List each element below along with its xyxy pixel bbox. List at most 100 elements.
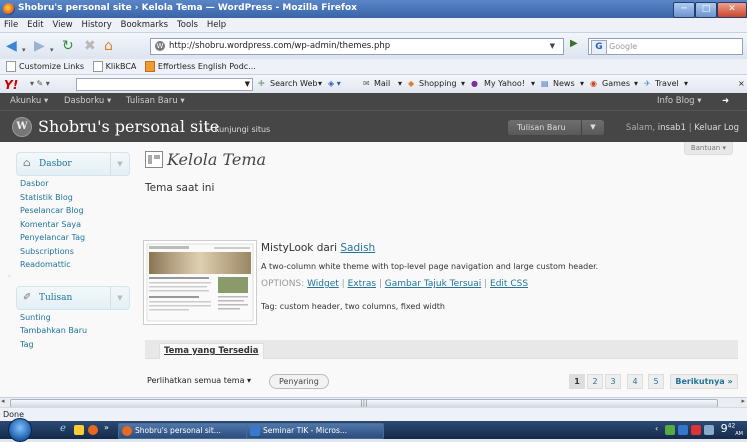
page-1-button[interactable]: 1 — [569, 374, 585, 389]
url-bar[interactable]: Whttp://shobru.wordpress.com/wp-admin/th… — [150, 38, 564, 55]
forward-icon[interactable]: ▶ — [34, 38, 45, 54]
chevron-down-icon[interactable]: ▼ — [110, 153, 129, 175]
sidebar-item-subscriptions[interactable]: Subscriptions — [20, 245, 132, 259]
toolbar-close-icon[interactable]: × — [738, 75, 745, 93]
task-word[interactable]: Seminar TIK - Micros... — [246, 423, 384, 439]
close-button[interactable]: ✕ — [717, 2, 747, 18]
sidebar-item-komentar-saya[interactable]: Komentar Saya — [20, 218, 132, 232]
option-widget-link[interactable]: Widget — [307, 279, 339, 289]
visit-site-link[interactable]: ← Kunjungi situs — [205, 125, 270, 134]
yahoo-games[interactable]: Games — [602, 75, 630, 93]
ie-icon[interactable]: ℯ — [60, 423, 66, 434]
chevron-down-icon[interactable]: ▼ — [110, 286, 129, 309]
menu-help[interactable]: Help — [207, 20, 226, 30]
show-all-themes-dropdown[interactable]: Perlihatkan semua tema ▾ — [147, 376, 251, 385]
dropdown-icon[interactable]: ▾ — [684, 75, 688, 93]
stop-icon[interactable]: ✖ — [84, 38, 96, 54]
sidebar-item-tag[interactable]: Tag — [20, 338, 132, 352]
tab-available-themes[interactable]: Tema yang Tersedia — [159, 343, 264, 359]
back-icon[interactable]: ◀ — [6, 38, 17, 54]
sidebar-item-penyelancar-tag[interactable]: Penyelancar Tag — [20, 231, 132, 245]
home-icon[interactable]: ⌂ — [104, 38, 113, 54]
sidebar-item-readomattic[interactable]: Readomattic — [20, 258, 132, 272]
yahoo-my-yahoo[interactable]: My Yahoo! — [484, 75, 525, 93]
firefox-quicklaunch-icon[interactable] — [88, 425, 98, 435]
reload-icon[interactable]: ↻ — [62, 38, 74, 54]
back-dropdown-icon[interactable]: ▾ — [22, 42, 26, 58]
page-4-button[interactable]: 4 — [627, 374, 643, 389]
yahoo-news[interactable]: News — [553, 75, 575, 93]
sidebar-item-peselancar-blog[interactable]: Peselancar Blog — [20, 204, 132, 218]
admin-menu-info-blog[interactable]: Info Blog ▾ — [657, 93, 702, 110]
bookmark-customize-links[interactable]: Customize Links — [6, 61, 84, 72]
volume-icon[interactable] — [704, 425, 714, 435]
sidebar-item-statistik-blog[interactable]: Statistik Blog — [20, 191, 132, 205]
yahoo-search-input[interactable]: ▼ — [76, 78, 253, 91]
yahoo-travel[interactable]: Travel — [655, 75, 679, 93]
collapse-dot-icon[interactable]: ◦ — [7, 272, 12, 281]
maximize-button[interactable]: □ — [695, 2, 717, 18]
sidebar-item-sunting[interactable]: Sunting — [20, 311, 132, 325]
url-dropdown-icon[interactable]: ▼ — [550, 39, 555, 54]
username-link[interactable]: insab1 — [658, 123, 686, 133]
horizontal-scrollbar[interactable]: ◂ ||| ▸ — [0, 397, 747, 408]
minimize-button[interactable]: ─ — [673, 2, 695, 18]
menu-file[interactable]: File — [4, 20, 18, 30]
dropdown-icon[interactable]: ▾ — [634, 75, 638, 93]
admin-menu-akunku[interactable]: Akunku ▾ — [10, 93, 48, 110]
menu-tools[interactable]: Tools — [177, 20, 198, 30]
filter-button[interactable]: Penyaring — [269, 374, 329, 389]
search-box[interactable]: G Google — [588, 38, 743, 55]
next-page-button[interactable]: Berikutnya » — [670, 374, 738, 389]
admin-menu-dasborku[interactable]: Dasborku ▾ — [64, 93, 111, 110]
sidebar-menu-dasbor[interactable]: ⌂ Dasbor ▼ — [16, 152, 130, 176]
sidebar-menu-tulisan[interactable]: ✐ Tulisan ▼ — [16, 285, 130, 310]
dropdown-icon[interactable]: ▾ — [461, 75, 465, 93]
dropdown-icon[interactable]: ▾ — [318, 75, 322, 93]
logout-link[interactable]: Keluar Log — [694, 123, 739, 133]
shield-icon[interactable]: ◈ ▾ — [328, 75, 341, 93]
page-5-button[interactable]: 5 — [648, 374, 664, 389]
yahoo-shopping[interactable]: Shopping — [419, 75, 457, 93]
page-3-button[interactable]: 3 — [605, 374, 621, 389]
yahoo-logo-icon[interactable]: Y! — [4, 76, 18, 94]
admin-menu-tulisan-baru[interactable]: Tulisan Baru ▾ — [126, 93, 185, 110]
bookmark-klikbca[interactable]: KlikBCA — [92, 61, 136, 72]
start-button[interactable] — [8, 418, 32, 442]
theme-author-link[interactable]: Sadish — [340, 242, 375, 254]
pencil-icon[interactable]: ▾ ✎ ▾ — [30, 75, 50, 93]
menu-edit[interactable]: Edit — [27, 20, 43, 30]
menu-history[interactable]: History — [82, 20, 112, 30]
scroll-right-icon[interactable]: ▸ — [741, 397, 745, 405]
option-extras-link[interactable]: Extras — [348, 279, 376, 289]
sidebar-item-tambahkan-baru[interactable]: Tambahkan Baru — [20, 324, 132, 338]
clock[interactable]: 942AM — [721, 422, 743, 437]
scroll-left-icon[interactable]: ◂ — [1, 397, 5, 405]
google-icon[interactable]: G — [591, 40, 607, 55]
dropdown-icon[interactable]: ▾ — [398, 75, 402, 93]
bookmark-effortless-english[interactable]: Effortless English Podc... — [144, 61, 256, 72]
forward-dropdown-icon[interactable]: ▾ — [50, 42, 54, 58]
dropdown-icon[interactable]: ▾ — [531, 75, 535, 93]
security-icon[interactable] — [691, 425, 701, 435]
task-firefox[interactable]: Shobru's personal sit... — [118, 423, 258, 439]
chevron-right-icon[interactable]: » — [104, 423, 109, 432]
network-icon[interactable] — [665, 425, 675, 435]
dropdown-icon[interactable]: ▾ — [580, 75, 584, 93]
site-title[interactable]: Shobru's personal site — [38, 117, 219, 136]
dropdown-icon[interactable]: ▼ — [245, 75, 250, 93]
bluetooth-icon[interactable] — [678, 425, 688, 435]
page-2-button[interactable]: 2 — [587, 374, 603, 389]
help-tab[interactable]: Bantuan ▾ — [683, 142, 733, 155]
folder-icon[interactable] — [74, 425, 84, 435]
arrow-right-icon[interactable]: ➜ — [722, 93, 729, 110]
menu-bookmarks[interactable]: Bookmarks — [121, 20, 169, 30]
sidebar-item-dasbor[interactable]: Dasbor — [20, 177, 132, 191]
chevron-down-icon[interactable]: ▼ — [581, 120, 604, 135]
go-arrow-icon[interactable]: ▶ — [570, 38, 584, 53]
menu-view[interactable]: View — [52, 20, 72, 30]
tray-expand-icon[interactable]: ‹ — [655, 424, 658, 433]
option-custom-header-link[interactable]: Gambar Tajuk Tersuai — [385, 279, 481, 289]
new-post-button[interactable]: Tulisan Baru ▼ — [508, 120, 604, 135]
yahoo-search-web[interactable]: Search Web — [270, 75, 317, 93]
